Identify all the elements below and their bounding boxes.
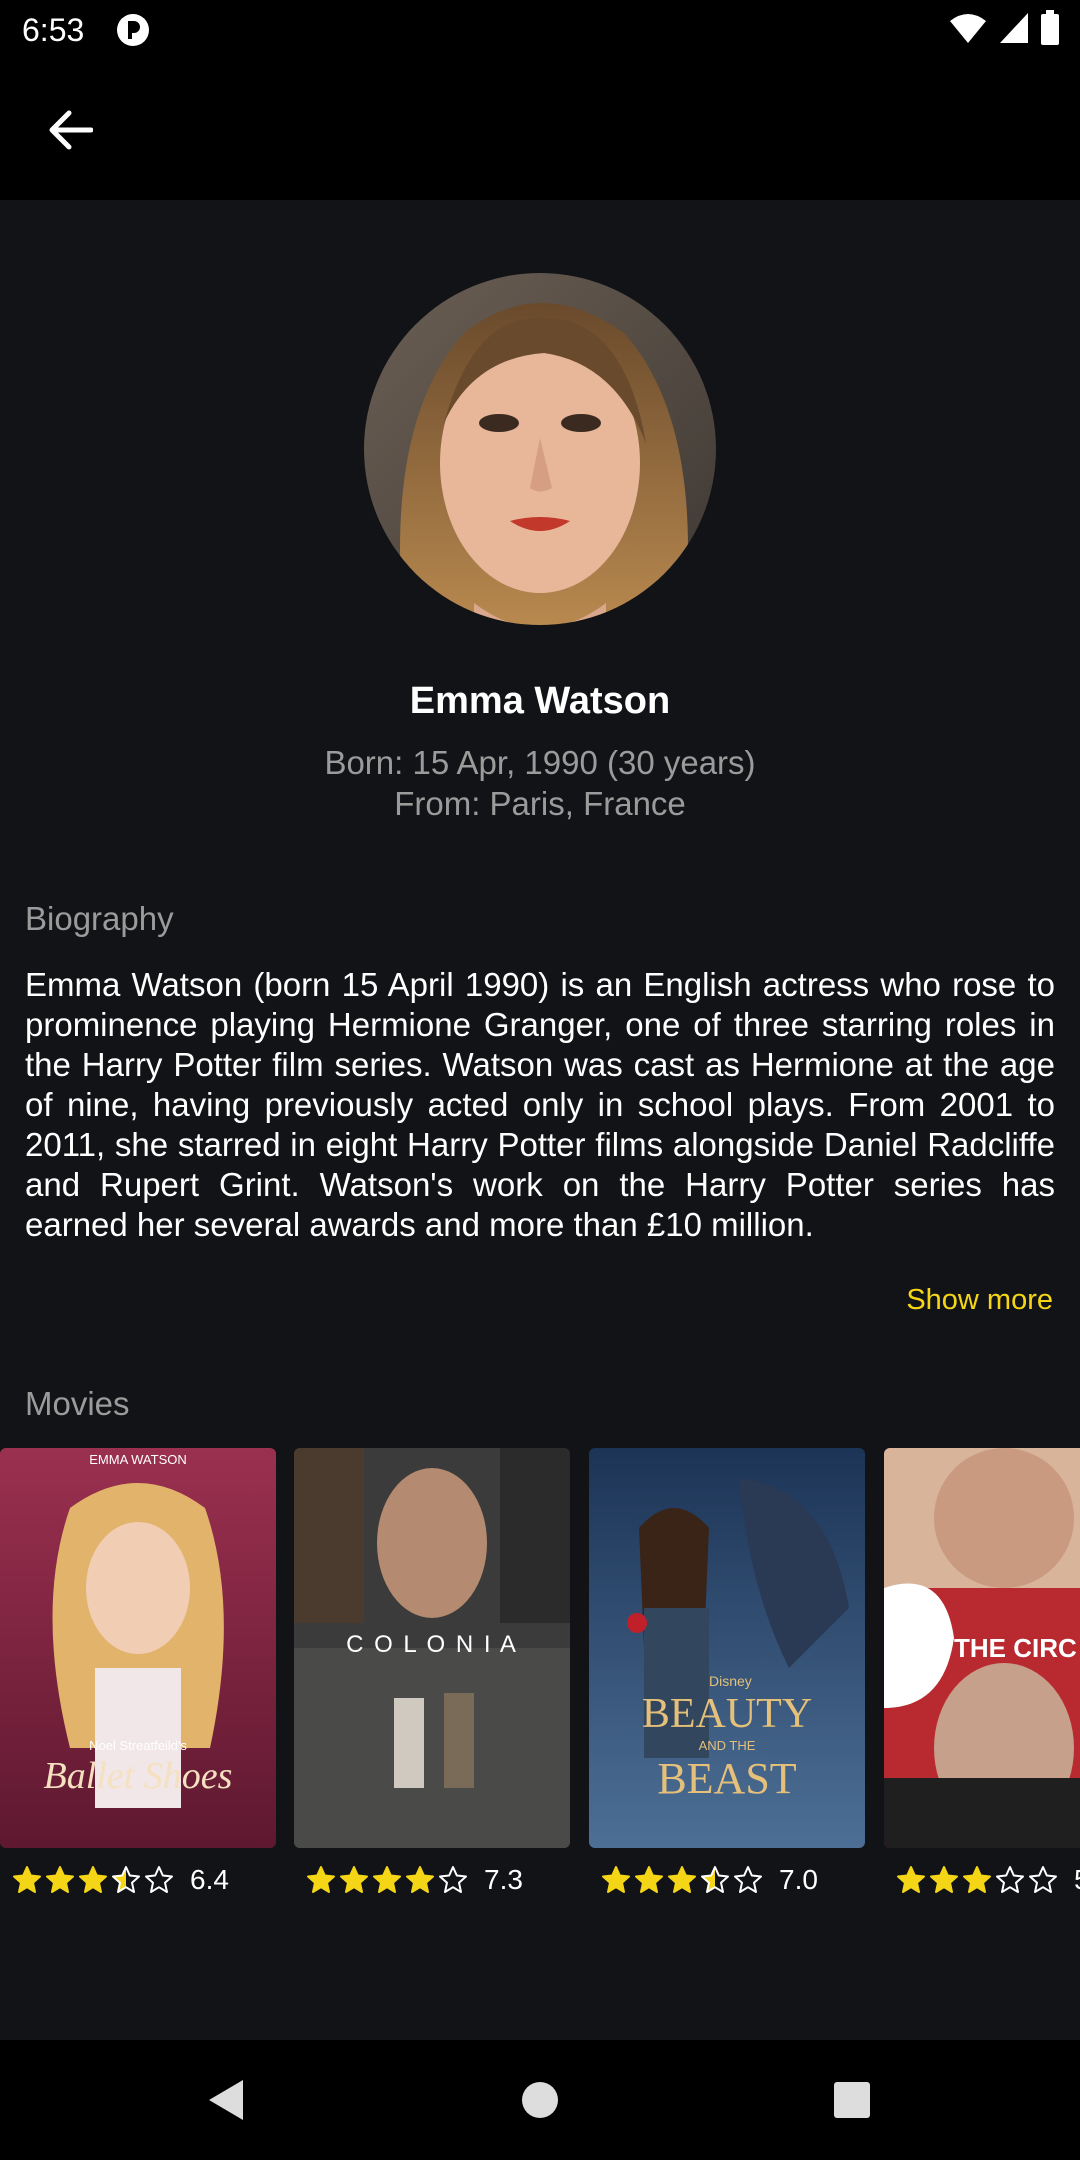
movie-rating: 6.4 [0, 1864, 276, 1896]
status-time: 6:53 [22, 12, 85, 48]
poster-title-and: AND THE [698, 1738, 756, 1753]
movie-poster[interactable]: C O L O N I A [294, 1448, 570, 1848]
movies-heading: Movies [25, 1385, 130, 1422]
star-empty-icon [996, 1866, 1024, 1893]
triangle-back-icon [209, 2080, 243, 2120]
birthplace-info: From: Paris, France [394, 785, 686, 822]
star-filled-icon [340, 1866, 368, 1893]
star-empty-icon [439, 1866, 467, 1893]
movie-poster[interactable]: EMMA WATSON Noel Streatfeild's Ballet Sh… [0, 1448, 276, 1848]
wifi-icon [950, 14, 986, 43]
star-filled-icon [897, 1866, 925, 1893]
rating-value: 7.3 [484, 1864, 523, 1895]
poster-title-2: BEAST [657, 1754, 797, 1803]
star-filled-icon [635, 1866, 663, 1893]
movie-rating: 7.0 [589, 1864, 865, 1896]
star-filled-icon [668, 1866, 696, 1893]
back-button[interactable] [36, 102, 104, 158]
star-filled-icon [602, 1866, 630, 1893]
status-bar: 6:53 [0, 0, 1080, 62]
rating-value: 6.4 [190, 1864, 229, 1895]
star-filled-icon [13, 1866, 41, 1893]
poster-subtitle: Noel Streatfeild's [89, 1738, 187, 1753]
movie-poster[interactable]: THE CIRC [884, 1448, 1080, 1848]
star-filled-icon [406, 1866, 434, 1893]
poster-title: C O L O N I A [346, 1631, 518, 1658]
movie-rating: 7.3 [294, 1864, 570, 1896]
nav-back-button[interactable] [165, 2040, 285, 2160]
rating-value: 5 [1074, 1864, 1080, 1896]
star-empty-icon [145, 1866, 173, 1893]
poster-actor-text: EMMA WATSON [89, 1452, 187, 1467]
movie-card[interactable]: EMMA WATSON Noel Streatfeild's Ballet Sh… [0, 1448, 276, 1896]
star-half-icon [112, 1866, 140, 1893]
signal-icon [1000, 13, 1028, 43]
avatar [364, 273, 716, 625]
battery-icon [1041, 10, 1059, 45]
star-filled-icon [930, 1866, 958, 1893]
rating-stars [601, 1865, 763, 1895]
movie-card[interactable]: Disney BEAUTY AND THE BEAST 7.0 [589, 1448, 865, 1896]
person-name: Emma Watson [409, 680, 671, 722]
star-empty-icon [734, 1866, 762, 1893]
circle-home-icon [522, 2082, 558, 2118]
poster-title: BEAUTY [641, 1691, 813, 1737]
status-icons [948, 10, 1060, 46]
navigation-bar [0, 2040, 1080, 2160]
rating-stars [896, 1865, 1058, 1895]
biography-heading: Biography [25, 900, 174, 937]
star-empty-icon [1029, 1866, 1057, 1893]
star-filled-icon [373, 1866, 401, 1893]
star-filled-icon [963, 1866, 991, 1893]
arrow-left-icon [49, 110, 93, 150]
movie-rating: 5 [884, 1864, 1080, 1896]
rating-value: 7.0 [779, 1864, 818, 1895]
poster-title: Ballet Shoes [43, 1755, 233, 1797]
star-filled-icon [46, 1866, 74, 1893]
movie-card[interactable]: C O L O N I A 7.3 [294, 1448, 570, 1896]
app-notification-icon [117, 14, 149, 46]
star-filled-icon [307, 1866, 335, 1893]
biography-text: Emma Watson (born 15 April 1990) is an E… [25, 966, 1055, 1243]
movies-carousel[interactable]: EMMA WATSON Noel Streatfeild's Ballet Sh… [0, 1448, 1080, 1908]
birth-info: Born: 15 Apr, 1990 (30 years) [324, 744, 756, 781]
nav-recents-button[interactable] [792, 2040, 912, 2160]
poster-brand: Disney [709, 1673, 752, 1689]
app-bar [0, 62, 1080, 200]
star-half-icon [701, 1866, 729, 1893]
square-recents-icon [834, 2082, 870, 2118]
poster-title: THE CIRC [954, 1633, 1077, 1663]
star-filled-icon [79, 1866, 107, 1893]
movie-poster[interactable]: Disney BEAUTY AND THE BEAST [589, 1448, 865, 1848]
nav-home-button[interactable] [480, 2040, 600, 2160]
rating-stars [12, 1865, 174, 1895]
profile-photo [364, 273, 716, 625]
show-more-button[interactable]: Show more [906, 1284, 1053, 1317]
movie-card[interactable]: THE CIRC 5 [884, 1448, 1080, 1896]
rating-stars [306, 1865, 468, 1895]
